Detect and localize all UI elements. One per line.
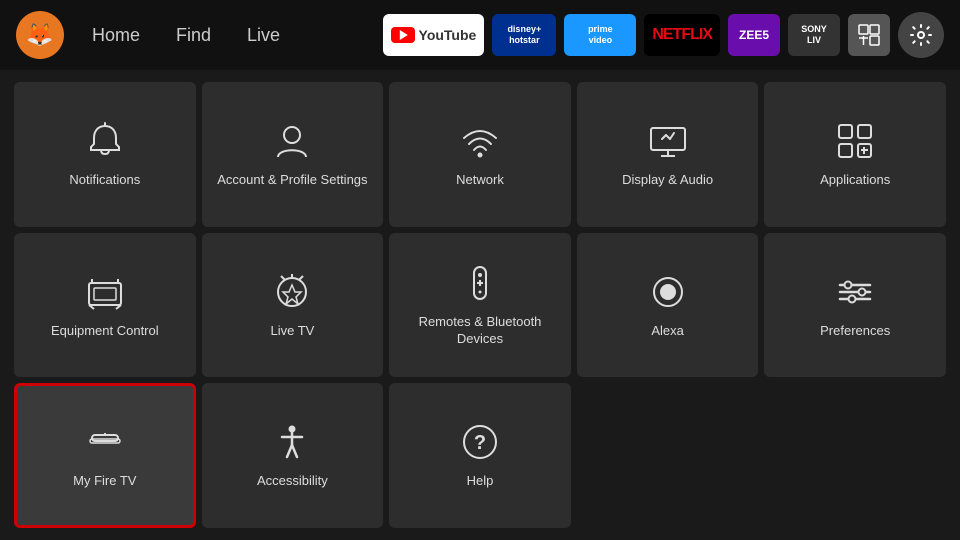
- grid-icon: [858, 24, 880, 46]
- nav-live[interactable]: Live: [239, 21, 288, 50]
- myfiretv-label: My Fire TV: [73, 473, 136, 490]
- alexa-icon: [647, 271, 689, 313]
- svg-text:?: ?: [474, 432, 486, 454]
- grid-item-livetv[interactable]: Live TV: [202, 233, 384, 378]
- equipment-icon: [84, 271, 126, 313]
- settings-icon: [909, 23, 933, 47]
- grid-item-account[interactable]: Account & Profile Settings: [202, 82, 384, 227]
- livetv-label: Live TV: [270, 323, 314, 340]
- prime-label: primevideo: [588, 24, 613, 46]
- grid-item-display[interactable]: Display & Audio: [577, 82, 759, 227]
- grid-item-alexa[interactable]: Alexa: [577, 233, 759, 378]
- youtube-label: YouTube: [419, 27, 477, 43]
- equipment-label: Equipment Control: [51, 323, 159, 340]
- header: 🦊 Home Find Live YouTube disney+hotstar …: [0, 0, 960, 70]
- grid-item-preferences[interactable]: Preferences: [764, 233, 946, 378]
- grid-item-help[interactable]: ? Help: [389, 383, 571, 528]
- network-icon: [459, 120, 501, 162]
- nav: Home Find Live: [84, 21, 288, 50]
- grid-item-myfiretv[interactable]: My Fire TV: [14, 383, 196, 528]
- app-sony[interactable]: SONYLIV: [788, 14, 840, 56]
- app-netflix[interactable]: NETFLIX: [644, 14, 720, 56]
- grid-item-equipment[interactable]: Equipment Control: [14, 233, 196, 378]
- nav-find[interactable]: Find: [168, 21, 219, 50]
- preferences-icon: [834, 271, 876, 313]
- remotes-icon: [459, 262, 501, 304]
- app-zee5[interactable]: ZEE5: [728, 14, 780, 56]
- settings-grid: Notifications Account & Profile Settings: [0, 70, 960, 540]
- help-label: Help: [467, 473, 494, 490]
- display-label: Display & Audio: [622, 172, 713, 189]
- zee5-label: ZEE5: [739, 28, 769, 42]
- livetv-icon: [271, 271, 313, 313]
- accessibility-label: Accessibility: [257, 473, 328, 490]
- logo: 🦊: [16, 11, 64, 59]
- app-youtube[interactable]: YouTube: [383, 14, 485, 56]
- account-icon: [271, 120, 313, 162]
- grid-item-remotes[interactable]: Remotes & Bluetooth Devices: [389, 233, 571, 378]
- myfiretv-icon: [84, 421, 126, 463]
- disney-label: disney+hotstar: [507, 24, 541, 46]
- accessibility-icon: [271, 421, 313, 463]
- app-disney[interactable]: disney+hotstar: [492, 14, 556, 56]
- help-icon: ?: [459, 421, 501, 463]
- app-prime[interactable]: primevideo: [564, 14, 636, 56]
- grid-item-accessibility[interactable]: Accessibility: [202, 383, 384, 528]
- nav-home[interactable]: Home: [84, 21, 148, 50]
- applications-label: Applications: [820, 172, 890, 189]
- applications-icon: [834, 120, 876, 162]
- alexa-label: Alexa: [651, 323, 684, 340]
- grid-item-applications[interactable]: Applications: [764, 82, 946, 227]
- display-icon: [647, 120, 689, 162]
- sony-label: SONYLIV: [801, 24, 827, 46]
- youtube-play-icon: [391, 27, 415, 43]
- notifications-label: Notifications: [69, 172, 140, 189]
- preferences-label: Preferences: [820, 323, 890, 340]
- remotes-label: Remotes & Bluetooth Devices: [399, 314, 561, 348]
- settings-button[interactable]: [898, 12, 944, 58]
- netflix-label: NETFLIX: [652, 26, 712, 44]
- notifications-icon: [84, 120, 126, 162]
- app-shell: 🦊 Home Find Live YouTube disney+hotstar …: [0, 0, 960, 540]
- app-grid[interactable]: [848, 14, 890, 56]
- network-label: Network: [456, 172, 504, 189]
- account-label: Account & Profile Settings: [217, 172, 367, 189]
- grid-item-notifications[interactable]: Notifications: [14, 82, 196, 227]
- grid-item-network[interactable]: Network: [389, 82, 571, 227]
- app-shortcuts: YouTube disney+hotstar primevideo NETFLI…: [383, 12, 944, 58]
